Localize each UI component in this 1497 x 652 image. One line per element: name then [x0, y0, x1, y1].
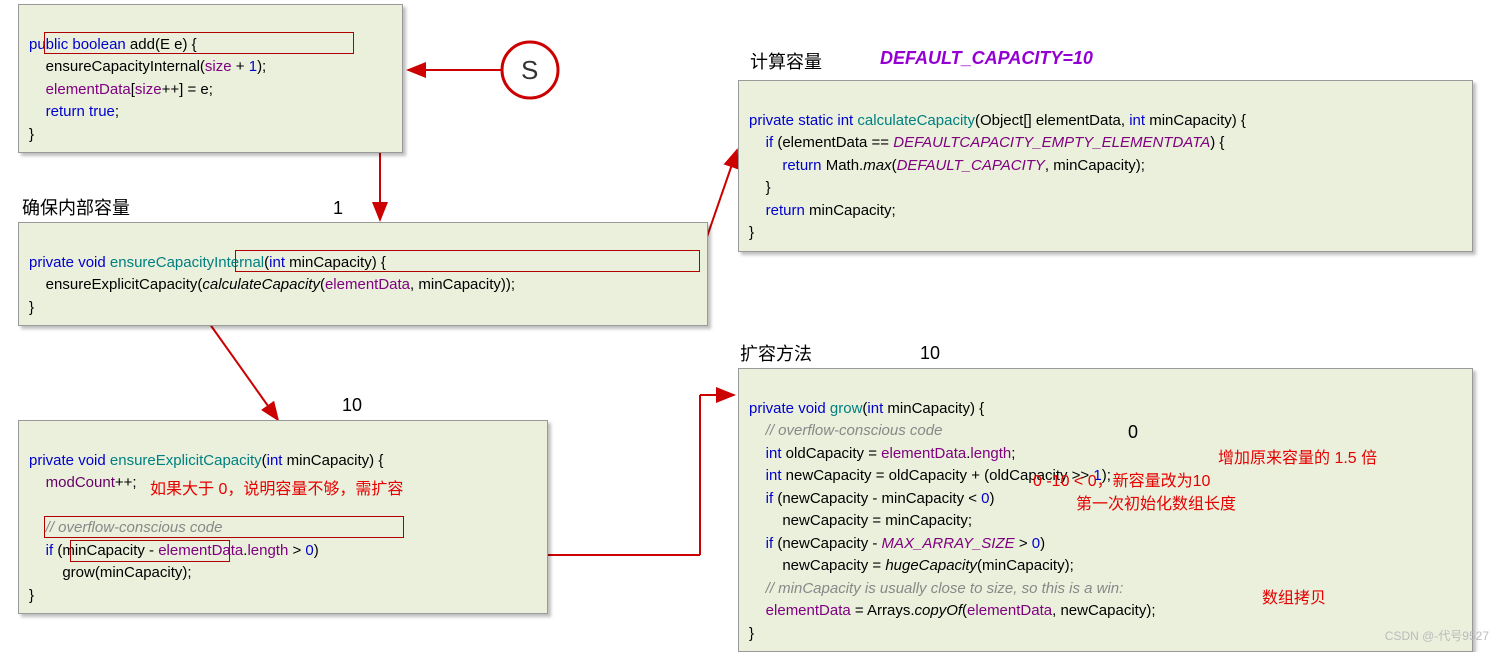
code-box-add: public boolean add(E e) { ensureCapacity… [18, 4, 403, 153]
title-grow: 扩容方法 [740, 340, 812, 366]
watermark: CSDN @-代号9527 [1385, 627, 1489, 644]
annotation-grow-new10: 0 -10 < 0，新容量改为10 [1033, 467, 1210, 491]
highlight-add-ensure [44, 32, 354, 54]
annotation-grow-1-5: 增加原来容量的 1.5 倍 [1218, 444, 1377, 468]
number-1: 1 [333, 198, 343, 219]
highlight-if-overflow [44, 516, 404, 538]
s-circle-text: S [521, 55, 538, 86]
default-capacity-label: DEFAULT_CAPACITY=10 [880, 48, 1093, 69]
code-box-calc: private static int calculateCapacity(Obj… [738, 80, 1473, 252]
annotation-grow-firstinit: 第一次初始化数组长度 [1076, 490, 1236, 514]
number-10-grow: 10 [920, 343, 940, 364]
code-box-internal: private void ensureCapacityInternal(int … [18, 222, 708, 326]
zero-inline: 0 [1128, 422, 1138, 443]
annotation-explicit: 如果大于 0，说明容量不够，需扩容 [150, 475, 403, 499]
number-10-explicit: 10 [342, 395, 362, 416]
highlight-grow-call [70, 540, 230, 562]
title-calc-capacity: 计算容量 [750, 48, 822, 74]
title-ensure-internal: 确保内部容量 [22, 194, 130, 220]
annotation-grow-copy: 数组拷贝 [1262, 584, 1326, 608]
highlight-calc-capacity [235, 250, 700, 272]
